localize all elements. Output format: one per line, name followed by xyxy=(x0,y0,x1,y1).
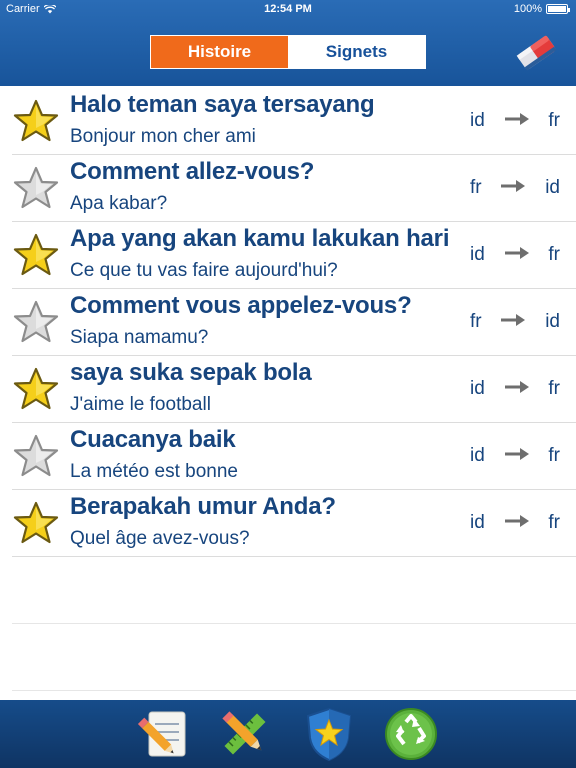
list-item[interactable]: Comment vous appelez-vous? Siapa namamu?… xyxy=(12,289,576,356)
list-item[interactable]: Cuacanya baik La météo est bonne id fr xyxy=(12,423,576,490)
language-direction: id fr xyxy=(470,445,560,467)
source-phrase: saya suka sepak bola xyxy=(70,359,312,386)
eraser-icon[interactable] xyxy=(512,28,560,76)
star-empty-icon[interactable] xyxy=(12,164,60,212)
list-item[interactable]: Comment allez-vous? Apa kabar? fr id xyxy=(12,155,576,222)
translated-phrase: Apa kabar? xyxy=(70,193,168,214)
star-filled-icon[interactable] xyxy=(12,499,60,547)
to-language: id xyxy=(545,311,560,332)
pencil-ruler-icon[interactable] xyxy=(218,706,272,762)
from-language: fr xyxy=(470,311,482,332)
arrow-right-icon xyxy=(504,445,530,467)
star-filled-icon[interactable] xyxy=(12,97,60,145)
arrow-right-icon xyxy=(504,512,530,534)
from-language: id xyxy=(470,445,485,466)
list-item[interactable]: Berapakah umur Anda? Quel âge avez-vous?… xyxy=(12,490,576,557)
arrow-right-icon xyxy=(500,311,526,333)
language-direction: fr id xyxy=(470,311,560,333)
battery-percent: 100% xyxy=(513,3,542,15)
to-language: fr xyxy=(548,244,560,265)
battery-area: 100% xyxy=(513,3,570,15)
list-item[interactable]: Halo teman saya tersayang Bonjour mon ch… xyxy=(12,88,576,155)
notepad-pencil-icon[interactable] xyxy=(137,706,191,762)
star-shield-icon[interactable] xyxy=(302,706,356,762)
list-item[interactable]: saya suka sepak bola J'aime le football … xyxy=(12,356,576,423)
from-language: id xyxy=(470,512,485,533)
to-language: fr xyxy=(548,445,560,466)
source-phrase: Apa yang akan kamu lakukan hari xyxy=(70,225,450,252)
source-phrase: Berapakah umur Anda? xyxy=(70,493,336,520)
clock: 12:54 PM xyxy=(264,3,312,15)
language-direction: fr id xyxy=(470,177,560,199)
source-phrase: Cuacanya baik xyxy=(70,426,236,453)
to-language: fr xyxy=(548,512,560,533)
from-language: fr xyxy=(470,177,482,198)
arrow-right-icon xyxy=(504,110,530,132)
status-bar: Carrier 12:54 PM 100% xyxy=(0,0,576,18)
history-list: Halo teman saya tersayang Bonjour mon ch… xyxy=(0,88,576,691)
to-language: id xyxy=(545,177,560,198)
language-direction: id fr xyxy=(470,110,560,132)
translated-phrase: J'aime le football xyxy=(70,394,211,415)
tab-histoire[interactable]: Histoire xyxy=(151,36,288,68)
recycle-icon[interactable] xyxy=(384,706,438,762)
source-phrase: Halo teman saya tersayang xyxy=(70,91,375,118)
star-empty-icon[interactable] xyxy=(12,432,60,480)
translated-phrase: Quel âge avez-vous? xyxy=(70,528,250,549)
battery-icon xyxy=(546,4,570,14)
to-language: fr xyxy=(548,110,560,131)
arrow-right-icon xyxy=(504,378,530,400)
header-bar: Carrier 12:54 PM 100% Histoire Signets xyxy=(0,0,576,86)
from-language: id xyxy=(470,378,485,399)
star-empty-icon[interactable] xyxy=(12,298,60,346)
translated-phrase: La météo est bonne xyxy=(70,461,238,482)
language-direction: id fr xyxy=(470,512,560,534)
segmented-control: Histoire Signets xyxy=(150,35,426,69)
source-phrase: Comment allez-vous? xyxy=(70,158,315,185)
list-item[interactable]: Apa yang akan kamu lakukan hari Ce que t… xyxy=(12,222,576,289)
language-direction: id fr xyxy=(470,244,560,266)
arrow-right-icon xyxy=(500,177,526,199)
from-language: id xyxy=(470,244,485,265)
empty-row xyxy=(12,624,576,691)
empty-row xyxy=(12,557,576,624)
language-direction: id fr xyxy=(470,378,560,400)
source-phrase: Comment vous appelez-vous? xyxy=(70,292,412,319)
tab-signets[interactable]: Signets xyxy=(288,36,425,68)
to-language: fr xyxy=(548,378,560,399)
bottom-toolbar xyxy=(0,700,576,768)
translated-phrase: Ce que tu vas faire aujourd'hui? xyxy=(70,260,338,281)
star-filled-icon[interactable] xyxy=(12,365,60,413)
translated-phrase: Siapa namamu? xyxy=(70,327,209,348)
from-language: id xyxy=(470,110,485,131)
arrow-right-icon xyxy=(504,244,530,266)
star-filled-icon[interactable] xyxy=(12,231,60,279)
translated-phrase: Bonjour mon cher ami xyxy=(70,126,256,147)
